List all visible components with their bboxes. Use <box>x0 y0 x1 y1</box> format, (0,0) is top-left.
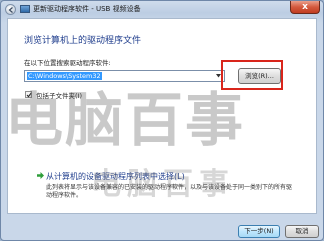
back-arrow-icon <box>8 7 13 13</box>
content-panel: 浏览计算机上的驱动程序文件 在以下位置搜索驱动程序软件: C:\Windows\… <box>7 18 317 214</box>
cancel-button[interactable]: 取消 <box>285 225 319 238</box>
close-button[interactable]: x <box>290 1 320 14</box>
checkmark-icon <box>26 92 32 98</box>
driver-update-window: 更新驱动程序软件 - USB 视频设备 x 浏览计算机上的驱动程序文件 在以下位… <box>0 0 324 241</box>
green-arrow-icon <box>37 172 44 179</box>
next-button[interactable]: 下一步(N) <box>238 225 280 238</box>
back-button[interactable] <box>5 4 16 15</box>
pick-from-list-description: 此列表将显示与该设备兼容的已安装的驱动程序软件，以及与该设备处于同一类别下的所有… <box>46 184 293 199</box>
page-title: 浏览计算机上的驱动程序文件 <box>24 36 142 46</box>
window-title: 更新驱动程序软件 - USB 视频设备 <box>33 5 141 13</box>
search-path-label: 在以下位置搜索驱动程序软件: <box>24 59 111 67</box>
device-icon <box>20 5 30 13</box>
close-icon: x <box>302 2 308 12</box>
pick-from-list-link[interactable]: 从计算机的设备驱动程序列表中选择(L) <box>46 171 185 182</box>
include-subfolders-label[interactable]: 包括子文件夹(I) <box>36 90 82 100</box>
search-path-combobox[interactable]: C:\Windows\System32 <box>24 70 225 82</box>
include-subfolders-checkbox[interactable] <box>25 91 32 98</box>
search-path-input[interactable]: C:\Windows\System32 <box>27 72 102 80</box>
title-bar: 更新驱动程序软件 - USB 视频设备 x <box>1 1 323 17</box>
browse-highlight-box <box>221 60 283 90</box>
